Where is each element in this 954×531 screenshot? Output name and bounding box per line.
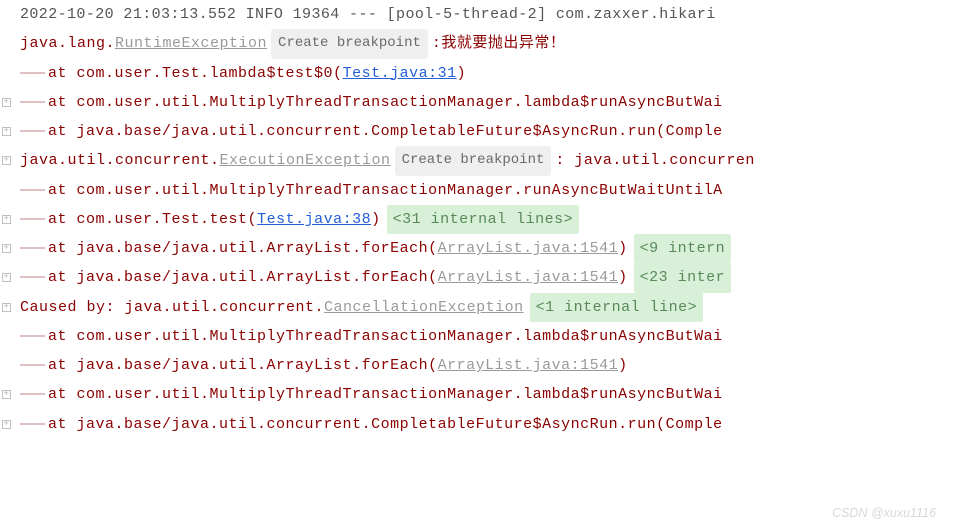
exception-message: 我就要抛出异常！ — [441, 29, 565, 58]
expand-gutter[interactable]: + — [2, 273, 20, 282]
stack-text: at java.base/java.util.ArrayList.forEach… — [48, 234, 438, 263]
stack-frame: + ——— at com.user.Test.test(Test.java:38… — [0, 205, 954, 234]
stack-text: at com.user.util.MultiplyThreadTransacti… — [48, 322, 723, 351]
dash-icon: ——— — [20, 234, 44, 263]
dash-icon: ——— — [20, 380, 44, 409]
expand-gutter[interactable]: + — [2, 98, 20, 107]
exception-line-runtime: java.lang.RuntimeException Create breakp… — [0, 29, 954, 58]
expand-gutter[interactable]: + — [2, 420, 20, 429]
fold-badge[interactable]: <9 intern — [634, 234, 732, 263]
exception-suffix: : java.util.concurren — [555, 146, 755, 175]
dash-icon: ——— — [20, 88, 44, 117]
stack-text: at com.user.util.MultiplyThreadTransacti… — [48, 176, 723, 205]
stack-frame: + ——— at java.base/java.util.ArrayList.f… — [0, 234, 954, 263]
caused-by-prefix: Caused by: java.util.concurrent. — [20, 293, 324, 322]
stack-text: at java.base/java.util.concurrent.Comple… — [48, 410, 723, 439]
exception-line-execution: + java.util.concurrent.ExecutionExceptio… — [0, 146, 954, 175]
stack-frame: + ——— at com.user.util.MultiplyThreadTra… — [0, 88, 954, 117]
log-header: 2022-10-20 21:03:13.552 INFO 19364 --- [… — [20, 0, 716, 29]
source-link-gray[interactable]: ArrayList.java:1541 — [438, 234, 619, 263]
expand-gutter[interactable]: + — [2, 156, 20, 165]
exception-prefix: java.lang. — [20, 29, 115, 58]
fold-badge[interactable]: <31 internal lines> — [387, 205, 580, 234]
paren-close: ) — [457, 59, 467, 88]
exception-class-link[interactable]: CancellationException — [324, 293, 524, 322]
colon-sep: : — [432, 29, 442, 58]
paren-close: ) — [371, 205, 381, 234]
watermark-text: CSDN @xuxu1116 — [832, 501, 936, 525]
create-breakpoint-button[interactable]: Create breakpoint — [271, 29, 428, 58]
stack-frame: + ——— at com.user.util.MultiplyThreadTra… — [0, 380, 954, 409]
dash-icon: ——— — [20, 351, 44, 380]
exception-prefix: java.util.concurrent. — [20, 146, 220, 175]
source-link[interactable]: Test.java:31 — [343, 59, 457, 88]
plus-icon: + — [2, 273, 11, 282]
stack-text: at com.user.util.MultiplyThreadTransacti… — [48, 380, 723, 409]
expand-gutter[interactable]: + — [2, 244, 20, 253]
source-link-gray[interactable]: ArrayList.java:1541 — [438, 263, 619, 292]
plus-icon: + — [2, 127, 11, 136]
plus-icon: + — [2, 303, 11, 312]
fold-badge[interactable]: <1 internal line> — [530, 293, 704, 322]
stack-text: at java.base/java.util.concurrent.Comple… — [48, 117, 723, 146]
dash-icon: ——— — [20, 176, 44, 205]
stack-text: at com.user.Test.lambda$test$0( — [48, 59, 343, 88]
plus-icon: + — [2, 98, 11, 107]
dash-icon: ——— — [20, 322, 44, 351]
stack-frame: + ——— at java.base/java.util.concurrent.… — [0, 117, 954, 146]
exception-class-link[interactable]: ExecutionException — [220, 146, 391, 175]
stack-text: at com.user.Test.test( — [48, 205, 257, 234]
plus-icon: + — [2, 244, 11, 253]
stack-frame: ——— at java.base/java.util.ArrayList.for… — [0, 351, 954, 380]
dash-icon: ——— — [20, 117, 44, 146]
stack-text: at java.base/java.util.ArrayList.forEach… — [48, 351, 438, 380]
exception-class-link[interactable]: RuntimeException — [115, 29, 267, 58]
caused-by-line: + Caused by: java.util.concurrent.Cancel… — [0, 293, 954, 322]
log-header-line: 2022-10-20 21:03:13.552 INFO 19364 --- [… — [0, 0, 954, 29]
create-breakpoint-button[interactable]: Create breakpoint — [395, 146, 552, 175]
plus-icon: + — [2, 390, 11, 399]
stack-frame: + ——— at java.base/java.util.concurrent.… — [0, 410, 954, 439]
stack-text: at com.user.util.MultiplyThreadTransacti… — [48, 88, 723, 117]
expand-gutter[interactable]: + — [2, 127, 20, 136]
stack-frame: ——— at com.user.util.MultiplyThreadTrans… — [0, 176, 954, 205]
paren-close: ) — [618, 263, 628, 292]
stack-text: at java.base/java.util.ArrayList.forEach… — [48, 263, 438, 292]
source-link-gray[interactable]: ArrayList.java:1541 — [438, 351, 619, 380]
stack-frame: + ——— at java.base/java.util.ArrayList.f… — [0, 263, 954, 292]
paren-close: ) — [618, 351, 628, 380]
expand-gutter[interactable]: + — [2, 215, 20, 224]
dash-icon: ——— — [20, 205, 44, 234]
fold-badge[interactable]: <23 inter — [634, 263, 732, 292]
source-link[interactable]: Test.java:38 — [257, 205, 371, 234]
dash-icon: ——— — [20, 59, 44, 88]
plus-icon: + — [2, 156, 11, 165]
plus-icon: + — [2, 420, 11, 429]
stack-frame: ——— at com.user.util.MultiplyThreadTrans… — [0, 322, 954, 351]
stack-frame: ——— at com.user.Test.lambda$test$0(Test.… — [0, 59, 954, 88]
dash-icon: ——— — [20, 263, 44, 292]
expand-gutter[interactable]: + — [2, 390, 20, 399]
dash-icon: ——— — [20, 410, 44, 439]
expand-gutter[interactable]: + — [2, 303, 20, 312]
paren-close: ) — [618, 234, 628, 263]
plus-icon: + — [2, 215, 11, 224]
